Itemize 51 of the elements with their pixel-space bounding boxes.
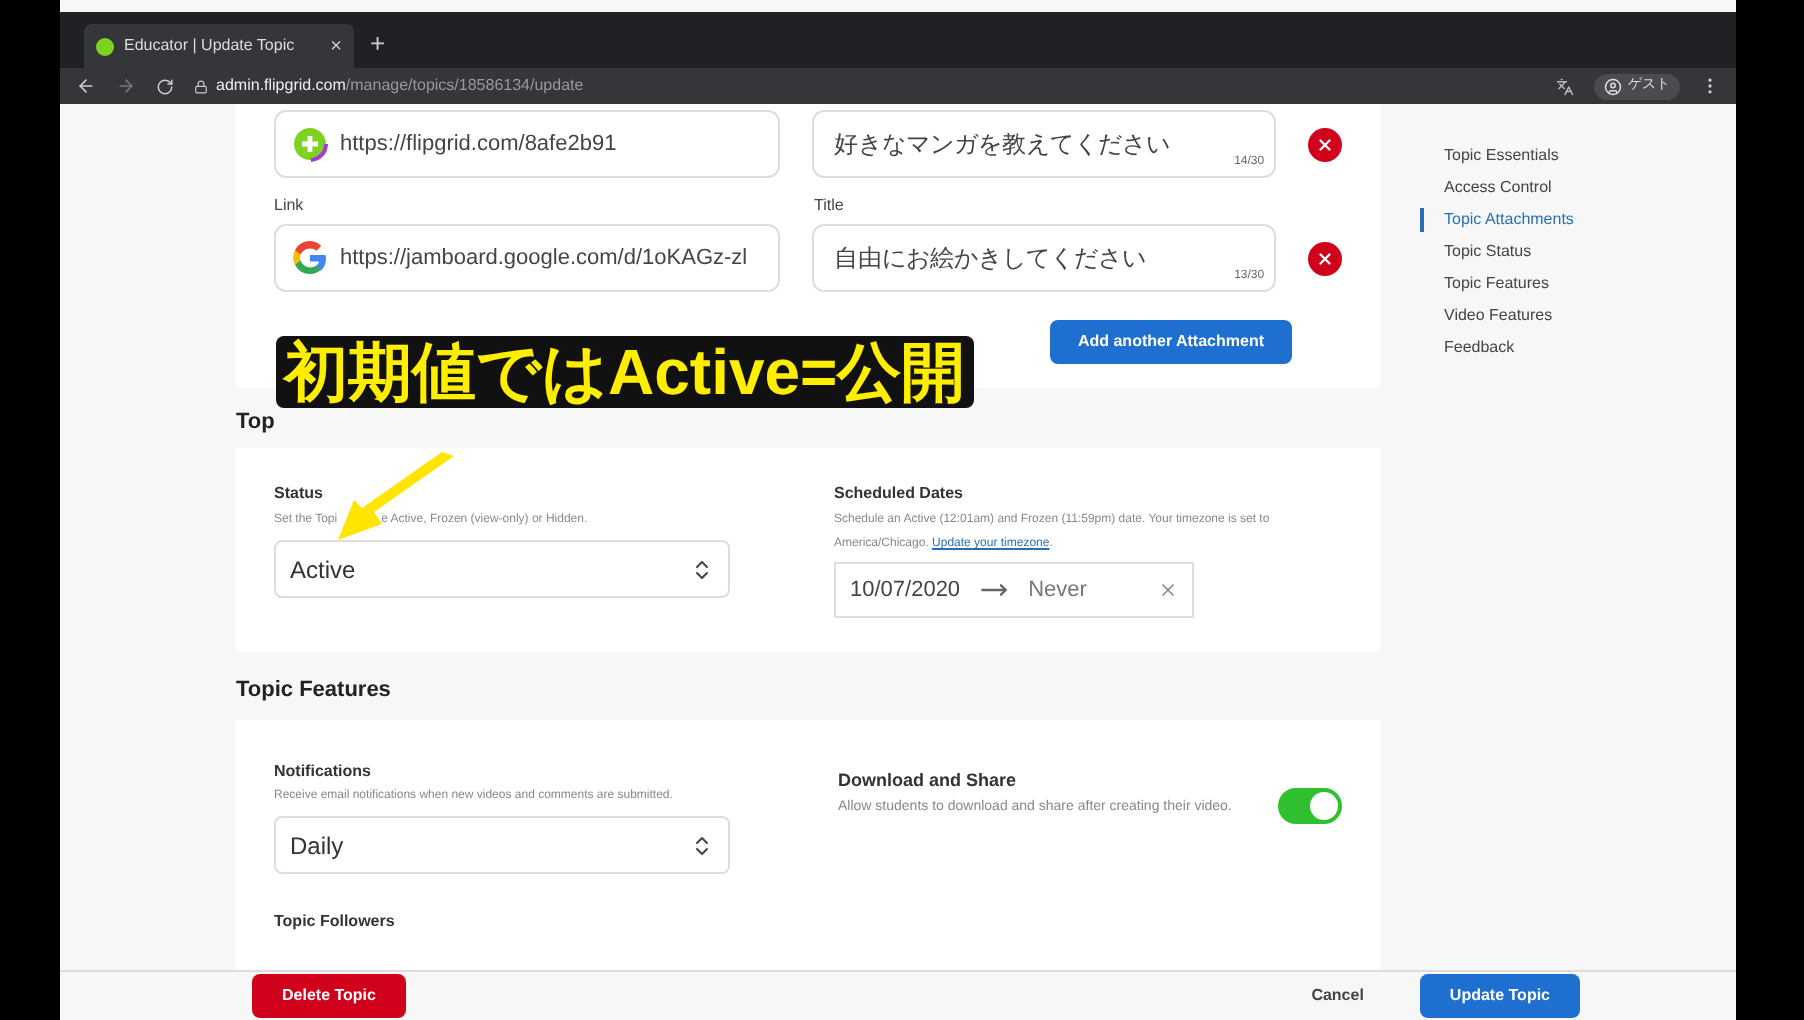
browser-tab[interactable]: Educator | Update Topic × xyxy=(84,24,354,68)
delete-topic-button[interactable]: Delete Topic xyxy=(252,974,406,1018)
lock-icon xyxy=(194,79,208,93)
close-icon xyxy=(1316,249,1335,267)
add-attachment-button[interactable]: Add another Attachment xyxy=(1049,320,1292,364)
download-toggle[interactable] xyxy=(1278,788,1342,824)
profile-icon xyxy=(1604,77,1622,95)
url-host: admin.flipgrid.com xyxy=(216,74,346,98)
google-logo-icon xyxy=(292,240,328,276)
url-path: /manage/topics/18586134/update xyxy=(345,74,584,98)
section-nav-link[interactable]: Video Features xyxy=(1420,304,1574,328)
select-arrows-icon xyxy=(690,557,714,581)
status-select[interactable]: Active xyxy=(274,540,730,598)
tab-favicon-icon xyxy=(96,37,114,55)
title-label: Title xyxy=(814,194,844,218)
notifications-label: Notifications xyxy=(274,760,373,784)
date-range-field[interactable]: 10/07/2020 Never xyxy=(834,562,1194,618)
download-share-label: Download and Share xyxy=(838,768,1019,794)
forward-icon[interactable] xyxy=(116,76,136,96)
new-tab-button[interactable]: + xyxy=(370,23,386,62)
status-label: Status xyxy=(274,482,325,506)
link-field[interactable]: https://jamboard.google.com/d/1oKAGz-zl xyxy=(274,224,780,292)
close-icon xyxy=(1316,135,1335,153)
section-nav-link[interactable]: Feedback xyxy=(1420,336,1574,360)
reload-icon[interactable] xyxy=(156,77,174,95)
section-heading: Top xyxy=(236,407,275,437)
scheduled-dates-label: Scheduled Dates xyxy=(834,482,965,506)
toggle-knob xyxy=(1310,792,1338,820)
section-nav-link[interactable]: Access Control xyxy=(1420,176,1574,200)
link-field[interactable]: https://flipgrid.com/8afe2b91 xyxy=(274,110,780,178)
back-icon[interactable] xyxy=(76,76,96,96)
topic-followers-label: Topic Followers xyxy=(274,910,397,934)
tab-title: Educator | Update Topic xyxy=(124,34,297,58)
tab-close-button[interactable]: × xyxy=(330,31,342,61)
address-bar[interactable]: admin.flipgrid.com/manage/topics/18586134/update xyxy=(194,74,1536,98)
remove-button[interactable] xyxy=(1308,127,1342,161)
notifications-select[interactable]: Daily xyxy=(274,816,730,874)
section-nav-link[interactable]: Topic Essentials xyxy=(1420,144,1574,168)
section-nav-link[interactable]: Topic Features xyxy=(1420,272,1574,296)
cancel-button[interactable]: Cancel xyxy=(1311,984,1364,1008)
clear-icon xyxy=(1158,580,1178,600)
link-label: Link xyxy=(274,194,306,218)
section-heading: Topic Features xyxy=(236,675,391,705)
select-arrows-icon xyxy=(690,833,714,857)
remove-button[interactable] xyxy=(1308,241,1342,275)
translate-icon[interactable] xyxy=(1556,77,1574,95)
update-topic-button[interactable]: Update Topic xyxy=(1419,974,1580,1018)
flipgrid-logo-icon xyxy=(292,126,328,162)
section-nav-link[interactable]: Topic Status xyxy=(1420,240,1574,264)
video-caption: 初期値ではActive=公開 xyxy=(276,336,974,408)
section-nav-link[interactable]: Topic Attachments xyxy=(1420,208,1574,232)
